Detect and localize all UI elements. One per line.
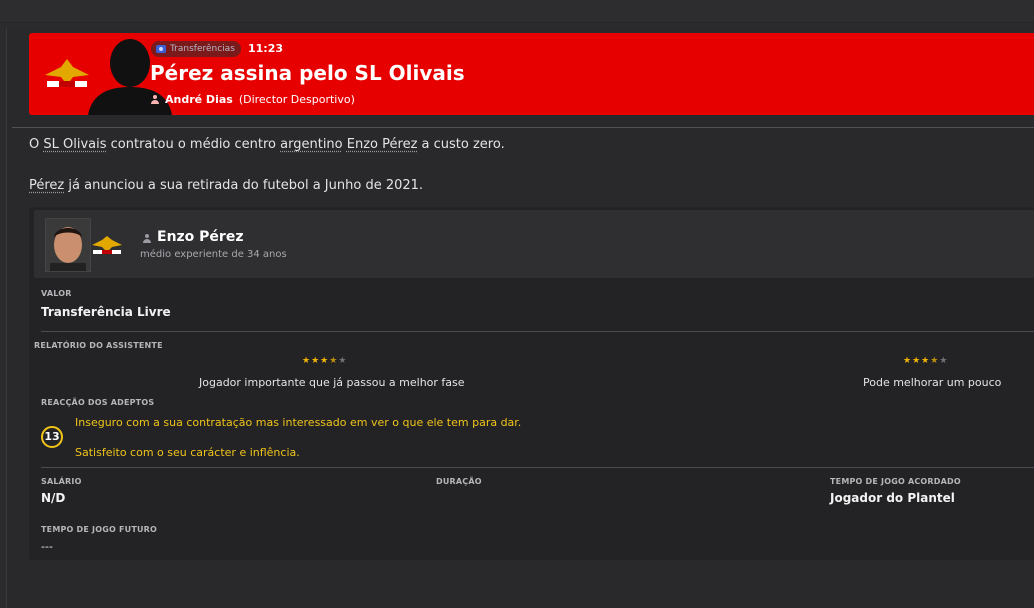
- salary-label: SALÁRIO: [41, 477, 82, 486]
- player-photo[interactable]: [45, 218, 91, 272]
- report-current-ability: Jogador importante que já passou a melho…: [199, 376, 465, 389]
- player-name[interactable]: Enzo Pérez: [157, 229, 243, 245]
- text: já anunciou a sua retirada do futebol a …: [64, 178, 424, 193]
- divider: [41, 331, 1034, 332]
- transfer-icon: [156, 45, 166, 53]
- text: contratou o médio centro: [106, 137, 281, 152]
- divider: [41, 467, 1034, 468]
- assistant-report-label: RELATÓRIO DO ASSISTENTE: [34, 341, 163, 350]
- duration-label: DURAÇÃO: [436, 477, 482, 486]
- news-time: 11:23: [248, 42, 284, 55]
- club-badge-icon[interactable]: [90, 235, 124, 257]
- text: a custo zero.: [417, 137, 505, 152]
- salary-value: N/D: [41, 491, 66, 505]
- club-link[interactable]: SL Olivais: [43, 137, 106, 152]
- category-tag[interactable]: Transferências: [151, 41, 241, 57]
- nation-link[interactable]: argentino: [280, 137, 342, 152]
- person-icon: [143, 234, 151, 243]
- report-potential-ability: Pode melhorar um pouco: [863, 376, 1002, 389]
- playing-time-value: Jogador do Plantel: [830, 491, 955, 505]
- value-label: VALOR: [41, 289, 72, 298]
- article-paragraph-1: O SL Olivais contratou o médio centro ar…: [29, 137, 505, 152]
- playing-time-label: TEMPO DE JOGO ACORDADO: [830, 477, 961, 486]
- player-description: médio experiente de 34 anos: [140, 249, 287, 260]
- fan-reaction-2: Satisfeito com o seu carácter e inflênci…: [75, 446, 300, 459]
- byline: André Dias (Director Desportivo): [151, 93, 355, 106]
- fan-reaction-1: Inseguro com a sua contratação mas inter…: [75, 416, 522, 429]
- fan-count-badge: 13: [41, 426, 63, 448]
- fans-reaction-label: REACÇÃO DOS ADEPTOS: [41, 398, 155, 407]
- article-paragraph-2: Pérez já anunciou a sua retirada do fute…: [29, 178, 423, 193]
- player-link[interactable]: Enzo Pérez: [347, 137, 418, 152]
- rating-stars-left: ★★★★★: [302, 356, 348, 366]
- text: O: [29, 137, 44, 152]
- rating-stars-right: ★★★★★: [903, 356, 949, 366]
- top-bar: [0, 0, 1034, 23]
- category-label: Transferências: [170, 44, 235, 54]
- transfer-value: Transferência Livre: [41, 305, 171, 319]
- player-link[interactable]: Pérez: [29, 178, 64, 193]
- future-playing-time-label: TEMPO DE JOGO FUTURO: [41, 525, 158, 534]
- future-playing-time-value: ---: [41, 540, 53, 553]
- divider: [12, 127, 1034, 128]
- news-header: Transferências 11:23 Pérez assina pelo S…: [29, 33, 1034, 115]
- author-link[interactable]: André Dias: [165, 93, 233, 106]
- player-face-icon: [46, 219, 90, 271]
- person-icon: [151, 95, 159, 104]
- author-role: (Director Desportivo): [238, 93, 355, 106]
- news-title: Pérez assina pelo SL Olivais: [150, 61, 465, 85]
